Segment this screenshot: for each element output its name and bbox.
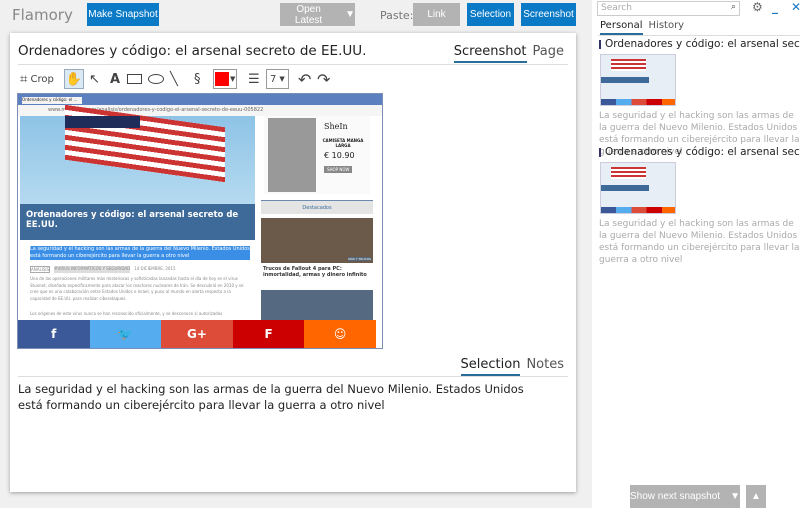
meneame-icon: ☺ — [304, 320, 376, 348]
document-card: Ordenadores y código: el arsenal secreto… — [10, 33, 576, 492]
selection-text[interactable]: La seguridad y el hacking son las armas … — [18, 381, 538, 413]
chevron-down-icon: ▼ — [730, 491, 740, 502]
freehand-tool-icon[interactable]: § — [194, 69, 201, 89]
minimize-icon[interactable]: _ — [772, 0, 778, 14]
sidebar-tabs: Personal History — [600, 20, 684, 35]
search-icon[interactable]: ⌕ — [731, 2, 736, 12]
tag: ANÁLISIS — [30, 266, 51, 273]
chevron-down-icon: ▼ — [230, 75, 236, 83]
tab-notes[interactable]: Notes — [526, 357, 564, 376]
line-width-value: 7 — [270, 73, 277, 85]
ad-brand: SheIn — [324, 122, 348, 131]
line-width-icon: ☰ — [248, 71, 260, 87]
browser-tab: Ordenadores y código: el ... — [22, 97, 82, 104]
ad-text: CAMISETA MANGA LARGA — [322, 138, 364, 148]
item-description: La seguridad y el hacking son las armas … — [599, 219, 800, 265]
crop-icon: ⌗ — [20, 71, 28, 87]
document-title[interactable]: Ordenadores y código: el arsenal secreto… — [18, 43, 366, 59]
pointer-tool-icon[interactable]: ↖ — [89, 69, 100, 89]
show-next-snapshot-button[interactable]: Show next snapshot ▼ — [630, 485, 740, 508]
ad-price: € 10.90 — [324, 151, 355, 160]
color-swatch — [215, 72, 229, 86]
article-meta: ANÁLISIS #VIRUS INFORMÁTICOS Y SEGURIDAD 1… — [30, 266, 176, 273]
search-placeholder: Search — [601, 3, 632, 13]
snapshot-thumbnail — [600, 162, 676, 214]
divider — [18, 376, 568, 377]
tab-history[interactable]: History — [649, 20, 685, 35]
article-body: Una de las operaciones militares más mis… — [30, 276, 244, 301]
divider — [598, 35, 800, 36]
ellipse-tool-icon[interactable] — [148, 69, 164, 89]
snapshot-thumbnail — [600, 54, 676, 106]
paste-selection-button[interactable]: Selection — [467, 3, 514, 26]
snapshot-icon — [599, 147, 601, 157]
highlighted-text: La seguridad y el hacking son las armas … — [30, 246, 250, 260]
chevron-up-icon: ▲ — [751, 491, 761, 502]
make-snapshot-button[interactable]: Make Snapshot — [87, 3, 159, 26]
twitter-icon: 🐦 — [89, 320, 162, 348]
redo-icon[interactable]: ↷ — [317, 69, 330, 89]
close-icon[interactable]: ✕ — [791, 0, 800, 14]
snapshot-list-item[interactable]: Ordenadores y código: el arsenal secreto… — [599, 38, 800, 158]
tab-page[interactable]: Page — [533, 44, 564, 63]
crop-label: Crop — [30, 73, 54, 85]
chevron-down-icon: ▼ — [345, 9, 355, 20]
badge: MÁS Y TRUCOS — [348, 257, 371, 261]
divider — [18, 64, 568, 65]
paste-screenshot-button[interactable]: Screenshot — [521, 3, 576, 26]
snapshot-image: Ordenadores y código: el ... www.malavid… — [17, 93, 383, 349]
share-bar: f 🐦 G+ F ☺ — [18, 320, 376, 348]
tab-personal[interactable]: Personal — [600, 20, 643, 35]
paste-label: Paste: — [380, 9, 414, 22]
snapshot-list-item[interactable]: Ordenadores y código: el arsenal secreto… — [599, 146, 800, 266]
crop-button[interactable]: ⌗ Crop — [20, 69, 54, 89]
color-picker[interactable]: ▼ — [213, 69, 238, 89]
search-input[interactable]: Search ⌕ — [597, 1, 740, 16]
app-logo: Flamory — [12, 6, 73, 24]
line-width-select[interactable]: 7 ▼ — [266, 69, 289, 89]
article3-image — [261, 290, 373, 320]
item-title: Ordenadores y código: el arsenal secreto… — [605, 146, 800, 158]
google-plus-icon: G+ — [161, 320, 233, 348]
tab-screenshot[interactable]: Screenshot — [453, 44, 527, 63]
undo-icon[interactable]: ↶ — [298, 69, 311, 89]
tab-selection[interactable]: Selection — [460, 357, 521, 376]
article-headline: Ordenadores y código: el arsenal secreto… — [20, 204, 255, 240]
snapshot-icon — [599, 39, 601, 49]
text-tool-icon[interactable]: A — [110, 69, 120, 89]
tag: #VIRUS INFORMÁTICOS Y SEGURIDAD — [54, 266, 131, 273]
flag-image — [20, 104, 255, 204]
bottom-tabs: Selection Notes — [460, 357, 564, 376]
date: 14 DICIEMBRE, 2015 — [134, 266, 176, 271]
gear-icon[interactable]: ⚙ — [752, 0, 763, 14]
featured-header: Destacados — [261, 200, 373, 214]
open-latest-button[interactable]: Open Latest ▼ — [280, 3, 355, 26]
paste-link-button[interactable]: Link — [413, 3, 460, 26]
article2-image: MÁS Y TRUCOS — [261, 218, 373, 263]
facebook-icon: f — [18, 320, 90, 348]
rectangle-tool-icon[interactable] — [127, 69, 142, 89]
item-title: Ordenadores y código: el arsenal secreto… — [605, 38, 800, 50]
article-body-2: Los orígenes de este virus nunca se han … — [30, 311, 223, 316]
chevron-down-icon: ▼ — [279, 75, 285, 83]
scroll-up-button[interactable]: ▲ — [746, 485, 766, 508]
article2-title: Trucos de Fallout 4 para PC: inmortalida… — [263, 266, 367, 278]
ad-button: SHOP NOW — [324, 166, 353, 173]
ad-banner: SheIn CAMISETA MANGA LARGA € 10.90 SHOP … — [264, 116, 370, 194]
line-tool-icon[interactable]: ╲ — [170, 69, 178, 89]
open-latest-label: Open Latest — [294, 3, 323, 26]
show-next-label: Show next snapshot — [630, 491, 721, 502]
hand-tool-icon[interactable]: ✋ — [64, 69, 84, 89]
sidebar: Search ⌕ ⚙ _ ✕ Personal History Ordenador… — [592, 0, 800, 508]
view-tabs: Screenshot Page — [453, 44, 564, 63]
flipboard-icon: F — [232, 320, 305, 348]
